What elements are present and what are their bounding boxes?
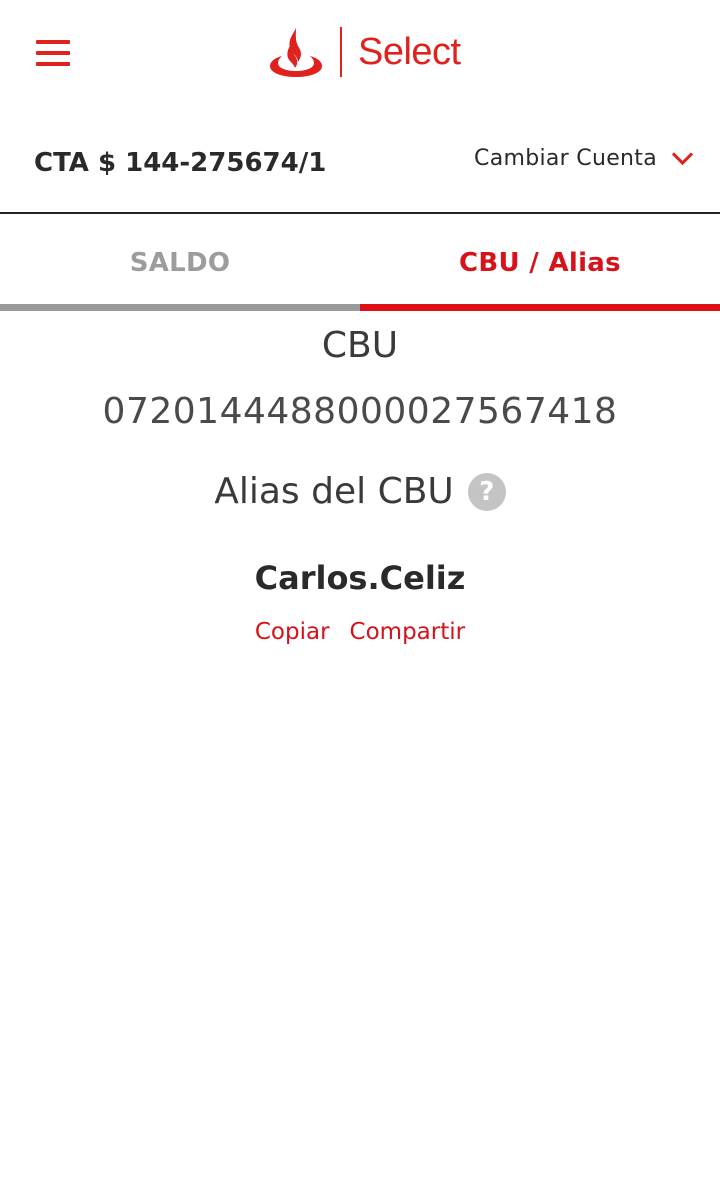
tab-cbu-alias[interactable]: CBU / Alias xyxy=(360,214,720,311)
alias-actions: Copiar Compartir xyxy=(0,619,720,645)
santander-flame-logo xyxy=(270,28,322,77)
share-button[interactable]: Compartir xyxy=(350,619,466,645)
alias-value: Carlos.Celiz xyxy=(254,559,466,597)
tab-bar: SALDO CBU / Alias xyxy=(0,214,720,311)
chevron-down-icon xyxy=(671,143,694,166)
hamburger-menu-icon[interactable] xyxy=(28,30,78,76)
account-number: CTA $ 144-275674/1 xyxy=(34,148,327,178)
copy-button[interactable]: Copiar xyxy=(255,619,330,645)
cbu-number: 0720144488000027567418 xyxy=(102,391,618,432)
logo-divider xyxy=(340,27,342,77)
menu-line xyxy=(36,62,70,66)
alias-title: Alias del CBU xyxy=(214,471,454,512)
menu-line xyxy=(36,51,70,55)
brand-logo: Select xyxy=(268,24,461,80)
tab-saldo-underline xyxy=(0,304,360,311)
account-selector-row: CTA $ 144-275674/1 Cambiar Cuenta xyxy=(0,120,720,214)
cbu-title: CBU xyxy=(321,325,399,366)
tab-cbu-alias-label: CBU / Alias xyxy=(459,247,621,278)
app-screen: Select CTA $ 144-275674/1 Cambiar Cuenta… xyxy=(0,0,720,1204)
menu-line xyxy=(36,40,70,44)
help-icon[interactable]: ? xyxy=(467,472,506,511)
tab-cbu-alias-underline xyxy=(360,304,720,311)
alias-title-row: Alias del CBU ? xyxy=(0,471,720,512)
brand-label: Select xyxy=(358,30,461,73)
top-bar: Select xyxy=(0,0,720,110)
tab-saldo[interactable]: SALDO xyxy=(0,214,360,311)
change-account-button[interactable]: Cambiar Cuenta xyxy=(474,143,694,171)
tab-saldo-label: SALDO xyxy=(129,247,231,278)
change-account-label: Cambiar Cuenta xyxy=(474,146,657,171)
